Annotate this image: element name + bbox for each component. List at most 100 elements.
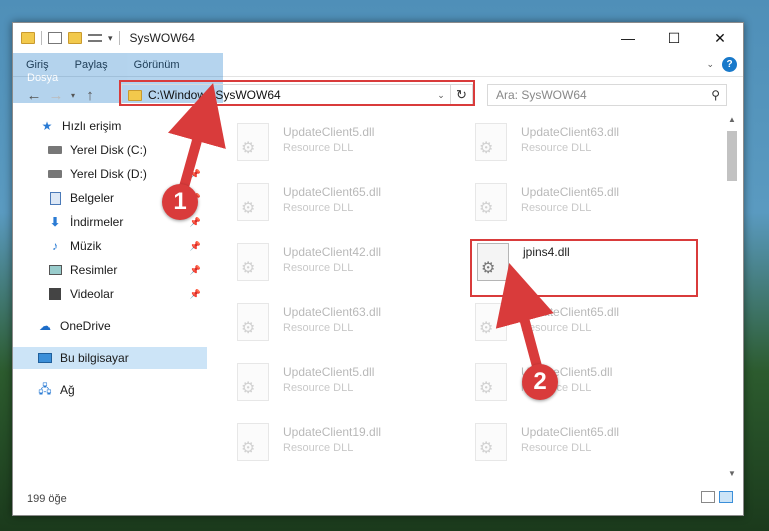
dll-file-icon	[475, 303, 507, 341]
sidebar-item-videos[interactable]: Videolar 📌	[13, 283, 207, 305]
sidebar-item-label: OneDrive	[60, 319, 111, 333]
close-button[interactable]: ✕	[697, 23, 743, 53]
file-name: UpdateClient65.dll	[521, 305, 620, 319]
file-item[interactable]: UpdateClient65.dll Resource DLL	[475, 299, 685, 349]
refresh-icon[interactable]: ↻	[450, 85, 472, 105]
window-title: SysWOW64	[129, 31, 195, 45]
file-item[interactable]: UpdateClient65.dll Resource DLL	[475, 419, 685, 469]
dll-file-icon	[475, 123, 507, 161]
sidebar-item-label: Resimler	[70, 263, 118, 277]
help-icon[interactable]: ?	[722, 57, 737, 72]
sidebar-item-onedrive[interactable]: ☁ OneDrive	[13, 315, 207, 337]
sidebar-item-label: Videolar	[70, 287, 114, 301]
computer-icon	[37, 351, 53, 365]
file-item[interactable]: UpdateClient5.dllResource DLL	[237, 359, 447, 409]
address-bar[interactable]: C:\Windows\SysWOW64 ⌄ ↻	[121, 84, 473, 106]
pin-icon[interactable]: 📌	[190, 145, 201, 156]
file-item[interactable]: UpdateClient42.dll Resource DLL	[237, 239, 447, 289]
view-switcher	[701, 491, 733, 503]
file-name: UpdateClient42.dll	[283, 245, 382, 259]
dll-file-icon	[477, 243, 509, 281]
file-item[interactable]: UpdateClient5.dllResource DLL	[237, 119, 447, 169]
sidebar-item-label: Bu bilgisayar	[60, 351, 129, 365]
vertical-scrollbar[interactable]: ▲ ▼	[725, 115, 739, 483]
file-type: Resource DLL	[521, 322, 592, 334]
document-icon	[47, 191, 63, 205]
sidebar-item-this-pc[interactable]: Bu bilgisayar	[13, 347, 207, 369]
file-name: jpins4.dll	[523, 245, 570, 259]
star-icon: ★	[41, 119, 53, 133]
file-type: Resource DLL	[283, 322, 354, 334]
customize-toolbar-icon[interactable]: ▾	[108, 33, 113, 44]
file-item[interactable]: UpdateClient65.dll Resource DLL	[475, 179, 685, 229]
dll-file-icon	[237, 423, 269, 461]
callout-badge-1: 1	[162, 184, 198, 220]
navigation-pane: ★ Hızlı erişim Yerel Disk (C:) 📌 Yerel D…	[13, 115, 207, 475]
file-type: Resource DLL	[283, 142, 354, 154]
details-view-icon[interactable]	[701, 491, 715, 503]
pin-icon[interactable]: 📌	[190, 289, 201, 300]
search-icon[interactable]: ⚲	[711, 88, 720, 102]
file-item[interactable]: UpdateClient65.dll Resource DLL	[237, 179, 447, 229]
file-name: UpdateClient65.dll	[521, 185, 620, 199]
scroll-down-icon[interactable]: ▼	[725, 469, 739, 483]
search-input[interactable]: Ara: SysWOW64 ⚲	[487, 84, 727, 106]
file-name: UpdateClient63.dll	[283, 305, 382, 319]
sidebar-item-local-disk-d[interactable]: Yerel Disk (D:) 📌	[13, 163, 207, 185]
file-item-jpins4[interactable]: jpins4.dll	[477, 239, 687, 289]
minimize-button[interactable]: —	[605, 23, 651, 53]
file-item[interactable]: UpdateClient19.dll Resource DLL	[237, 419, 447, 469]
pin-icon[interactable]: 📌	[190, 241, 201, 252]
file-item[interactable]: UpdateClient63.dll Resource DLL	[475, 119, 685, 169]
sidebar-item-quick-access[interactable]: ★ Hızlı erişim	[13, 115, 207, 137]
quick-access-toolbar: ▾	[21, 31, 120, 45]
title-bar: ▾ SysWOW64 — ☐ ✕	[13, 23, 743, 53]
file-name: UpdateClient65.dll	[283, 185, 382, 199]
item-count: 199 öğe	[27, 493, 67, 505]
sidebar-item-label: Hızlı erişim	[62, 119, 122, 133]
sidebar-item-pictures[interactable]: Resimler 📌	[13, 259, 207, 281]
file-type: Resource DLL	[521, 202, 592, 214]
pin-icon[interactable]: 📌	[190, 265, 201, 276]
file-explorer-window: ▾ SysWOW64 — ☐ ✕ Dosya Giriş Paylaş Görü…	[12, 22, 744, 516]
scroll-up-icon[interactable]: ▲	[725, 115, 739, 129]
drive-icon	[47, 167, 63, 181]
sidebar-item-label: Yerel Disk (C:)	[70, 143, 147, 157]
pin-icon[interactable]: 📌	[190, 169, 201, 180]
file-item[interactable]: UpdateClient63.dll Resource DLL	[237, 299, 447, 349]
dll-file-icon	[237, 123, 269, 161]
maximize-button[interactable]: ☐	[651, 23, 697, 53]
picture-icon	[47, 263, 63, 277]
dll-file-icon	[475, 183, 507, 221]
view-options-icon[interactable]	[88, 34, 102, 42]
recent-locations-icon[interactable]: ▾	[67, 91, 79, 100]
back-arrow-icon[interactable]: ←	[23, 87, 45, 104]
search-placeholder: Ara: SysWOW64	[496, 88, 587, 102]
sidebar-item-music[interactable]: ♪ Müzik 📌	[13, 235, 207, 257]
file-type: Resource DLL	[521, 442, 592, 454]
large-icons-view-icon[interactable]	[719, 491, 733, 503]
cloud-icon: ☁	[39, 319, 51, 333]
dll-file-icon	[475, 363, 507, 401]
scroll-thumb[interactable]	[727, 131, 737, 181]
pin-icon[interactable]: 📌	[190, 217, 201, 228]
new-folder-icon[interactable]	[68, 32, 82, 44]
file-item[interactable]: UpdateClient5.dllResource DLL	[475, 359, 685, 409]
dll-file-icon	[475, 423, 507, 461]
up-arrow-icon[interactable]: ↑	[79, 87, 101, 104]
properties-icon[interactable]	[48, 32, 62, 44]
chevron-down-icon[interactable]: ⌄	[432, 90, 450, 101]
sidebar-item-local-disk-c[interactable]: Yerel Disk (C:) 📌	[13, 139, 207, 161]
dll-file-icon	[237, 183, 269, 221]
file-type: Resource DLL	[283, 442, 354, 454]
divider	[118, 31, 120, 45]
sidebar-item-network[interactable]: 🖧 Ağ	[13, 379, 207, 401]
file-name: UpdateClient63.dll	[521, 125, 620, 139]
folder-icon	[21, 32, 35, 44]
expand-ribbon-icon[interactable]: ⌄	[706, 59, 714, 70]
dll-file-icon	[237, 243, 269, 281]
download-icon: ⬇	[49, 215, 61, 229]
file-type: Resource DLL	[283, 202, 354, 214]
forward-arrow-icon[interactable]: →	[45, 87, 67, 104]
address-path[interactable]: C:\Windows\SysWOW64	[148, 88, 281, 102]
